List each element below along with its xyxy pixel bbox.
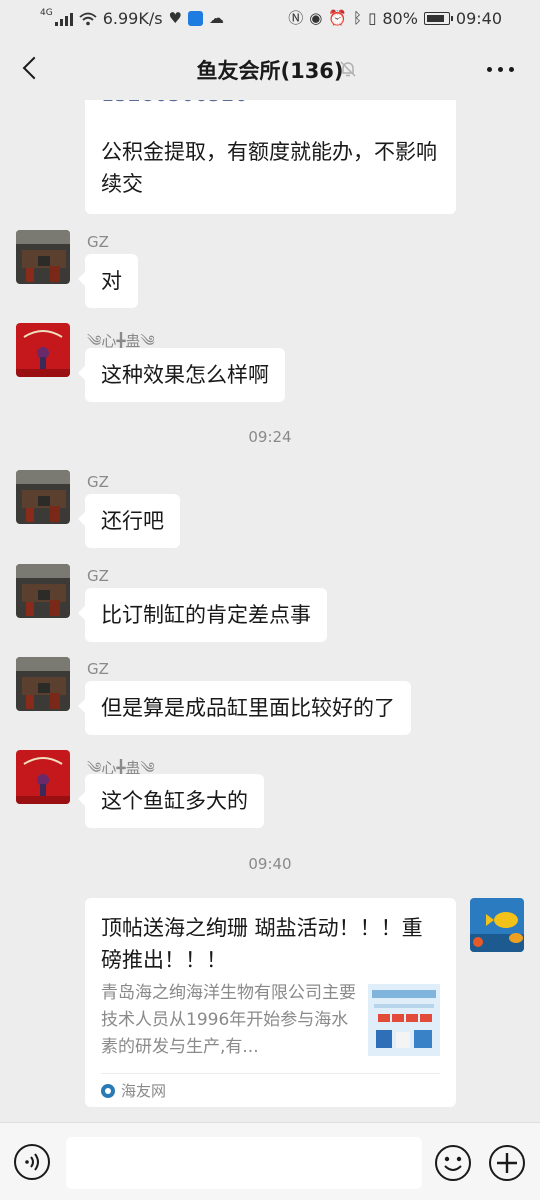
message-text: 但是算是成品缸里面比较好的了 <box>101 696 395 720</box>
wifi-icon <box>79 12 97 25</box>
plus-icon[interactable] <box>488 1144 526 1182</box>
avatar[interactable] <box>16 564 70 618</box>
nfc-icon: Ⓝ <box>288 9 304 27</box>
voice-icon[interactable] <box>14 1144 50 1180</box>
cloud-icon: ☁ <box>209 9 224 27</box>
input-bar <box>0 1122 540 1200</box>
heart-icon: ♥ <box>168 9 182 27</box>
signal-icon <box>54 12 73 26</box>
timestamp: 09:40 <box>248 855 292 873</box>
more-icon[interactable] <box>487 67 514 72</box>
message-bubble[interactable]: 对 <box>78 254 138 308</box>
phone-number-text[interactable]: 13280306520 <box>101 100 248 110</box>
avatar[interactable] <box>16 750 70 804</box>
eye-icon: ◉ <box>309 9 323 27</box>
message-input[interactable] <box>66 1137 422 1189</box>
sender-name: GZ <box>87 473 109 491</box>
message-text: 对 <box>101 269 122 293</box>
message-text: 还行吧 <box>101 509 164 533</box>
message-bubble[interactable]: 13280306520 公积金提取，有额度就能办，不影响续交 <box>85 100 456 214</box>
link-divider <box>101 1073 440 1074</box>
avatar[interactable] <box>16 657 70 711</box>
bluetooth-icon: ᛒ <box>353 9 363 27</box>
avatar[interactable] <box>16 230 70 284</box>
clock: 09:40 <box>455 9 502 28</box>
message-text: 公积金提取，有额度就能办，不影响续交 <box>101 140 437 196</box>
vibrate-icon: ▯ <box>368 9 377 27</box>
avatar[interactable] <box>470 898 524 952</box>
chat-title: 鱼友会所(136) <box>196 59 344 83</box>
message-text: 这种效果怎么样啊 <box>101 363 269 387</box>
net-speed: 6.99K/s <box>102 9 163 28</box>
chat-header: 鱼友会所(136) <box>0 38 540 100</box>
battery-percent: 80% <box>382 9 418 28</box>
mute-bell-icon <box>340 61 356 77</box>
timestamp: 09:24 <box>248 428 292 446</box>
battery-icon <box>423 12 453 25</box>
avatar[interactable] <box>16 470 70 524</box>
sender-name: GZ <box>87 567 109 585</box>
link-source-name: 海友网 <box>121 1082 167 1100</box>
source-logo-icon <box>101 1083 115 1098</box>
message-bubble[interactable]: 这个鱼缸多大的 <box>78 774 264 828</box>
message-bubble[interactable]: 还行吧 <box>78 494 180 548</box>
message-bubble[interactable]: 但是算是成品缸里面比较好的了 <box>78 681 411 735</box>
link-title: 顶帖送海之绚珊 瑚盐活动！！！重磅推出！！！ <box>101 916 423 972</box>
app-notification-icon <box>188 11 203 26</box>
sender-name: GZ <box>87 660 109 678</box>
message-text: 比订制缸的肯定差点事 <box>101 603 311 627</box>
link-description: 青岛海之绚海洋生物有限公司主要技术人员从1996年开始参与海水素的研发与生产,有… <box>101 983 356 1057</box>
alarm-icon: ⏰ <box>328 9 348 27</box>
link-source: 海友网 <box>101 1080 166 1101</box>
link-card[interactable]: 顶帖送海之绚珊 瑚盐活动！！！重磅推出！！！ 青岛海之绚海洋生物有限公司主要技术… <box>85 898 456 1107</box>
message-list[interactable]: 13280306520 公积金提取，有额度就能办，不影响续交 GZ 对 ༄心╋蛊… <box>0 100 540 1122</box>
message-bubble[interactable]: 这种效果怎么样啊 <box>78 348 285 402</box>
emoji-icon[interactable] <box>434 1144 472 1182</box>
message-bubble[interactable]: 比订制缸的肯定差点事 <box>78 588 327 642</box>
link-thumbnail <box>368 984 440 1056</box>
message-text: 这个鱼缸多大的 <box>101 789 248 813</box>
avatar[interactable] <box>16 323 70 377</box>
status-bar: 4G 6.99K/s ♥ ☁ Ⓝ ◉ ⏰ ᛒ ▯ 80% 09:40 <box>0 0 540 38</box>
sender-name: GZ <box>87 233 109 251</box>
network-type: 4G <box>40 7 53 18</box>
